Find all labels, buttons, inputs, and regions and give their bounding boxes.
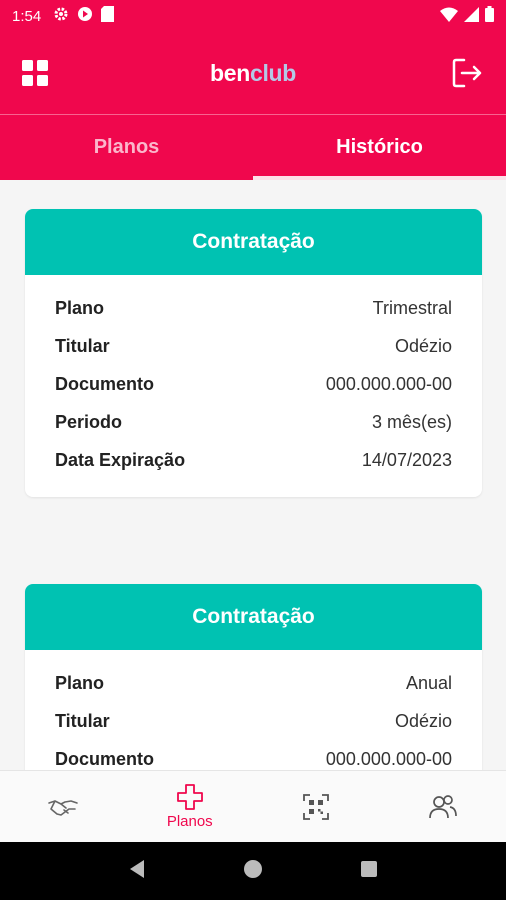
sd-card-icon [101, 6, 115, 26]
bottom-nav: Planos [0, 770, 506, 842]
contract-card: Contratação Plano Anual Titular Odézio Doc… [25, 584, 482, 770]
row-value: Odézio [394, 335, 452, 356]
qr-scan-icon [303, 793, 330, 820]
card-title: Contratação [25, 584, 482, 650]
nav-qr-scan[interactable] [253, 771, 380, 842]
row-data-expiracao: Data Expiração 14/07/2023 [55, 441, 452, 479]
row-documento: Documento 000.000.000-00 [55, 740, 452, 770]
logout-button[interactable] [450, 56, 484, 90]
brand-logo: benclub [210, 60, 296, 87]
row-label: Plano [55, 297, 105, 318]
grid-menu-button[interactable] [20, 58, 50, 88]
row-label: Titular [55, 335, 110, 356]
row-value: Anual [405, 672, 452, 693]
row-label: Periodo [55, 411, 123, 432]
nav-planos-label: Planos [166, 813, 213, 830]
app-bar: benclub [0, 32, 506, 114]
system-nav-bar [0, 842, 506, 900]
battery-icon [485, 6, 494, 26]
settings-icon [53, 6, 69, 26]
row-value: Odézio [394, 710, 452, 731]
back-icon[interactable] [128, 859, 146, 884]
row-value: 3 mês(es) [371, 411, 452, 432]
row-titular: Titular Odézio [55, 702, 452, 740]
row-titular: Titular Odézio [55, 327, 452, 365]
row-label: Titular [55, 710, 110, 731]
nav-dependents[interactable] [380, 771, 506, 842]
brand-club: club [249, 59, 297, 86]
row-label: Data Expiração [55, 449, 186, 470]
recents-icon[interactable] [360, 860, 378, 883]
history-list[interactable]: Contratação Plano Trimestral Titular Odézi… [0, 180, 506, 770]
wifi-icon [440, 7, 458, 26]
row-label: Plano [55, 672, 105, 693]
row-label: Documento [55, 373, 154, 394]
handshake-icon [48, 799, 79, 816]
home-icon[interactable] [243, 859, 263, 884]
nav-partners[interactable] [0, 771, 127, 842]
play-protect-icon [77, 6, 93, 26]
contract-card: Contratação Plano Trimestral Titular Odézi… [25, 209, 482, 497]
tab-bar: Planos Histórico [0, 114, 506, 180]
row-plano: Plano Trimestral [55, 289, 452, 327]
nav-planos[interactable]: Planos [127, 771, 254, 842]
people-icon [428, 794, 457, 818]
row-value: Trimestral [372, 297, 452, 318]
grid-icon [22, 60, 48, 86]
row-label: Documento [55, 748, 154, 769]
row-value: 000.000.000-00 [325, 373, 452, 394]
card-title: Contratação [25, 209, 482, 275]
brand-ben: ben [209, 59, 250, 86]
status-time: 1:54 [12, 7, 42, 25]
signal-icon [464, 6, 479, 26]
row-documento: Documento 000.000.000-00 [55, 365, 452, 403]
health-cross-icon [176, 784, 203, 810]
tab-historico[interactable]: Histórico [253, 115, 506, 180]
row-plano: Plano Anual [55, 664, 452, 702]
status-bar: 1:54 [0, 0, 506, 32]
tab-planos[interactable]: Planos [0, 115, 253, 180]
row-value: 000.000.000-00 [325, 748, 452, 769]
row-value: 14/07/2023 [361, 449, 452, 470]
logout-icon [452, 58, 482, 88]
row-periodo: Periodo 3 mês(es) [55, 403, 452, 441]
